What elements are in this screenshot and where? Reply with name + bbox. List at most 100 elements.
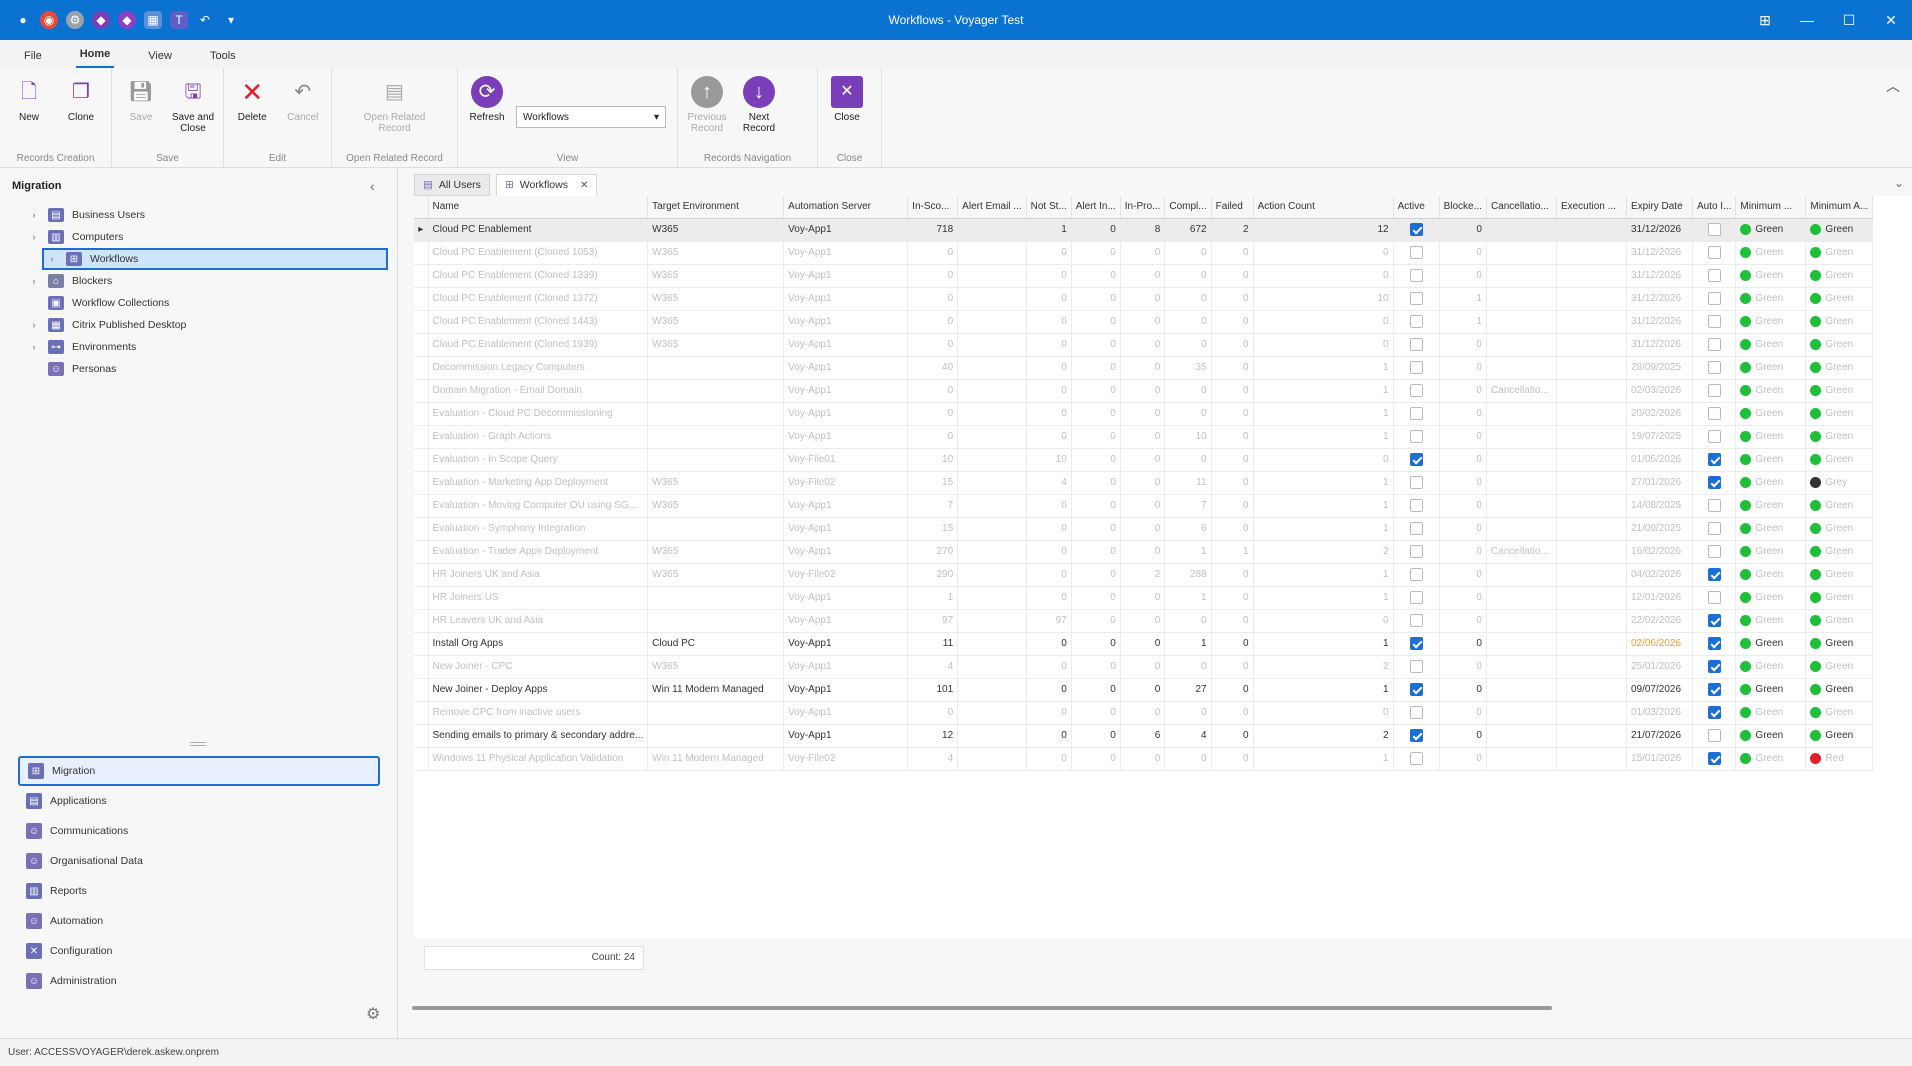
cell-minimum[interactable]: Green — [1735, 425, 1807, 449]
cell-target[interactable]: W365 — [647, 655, 785, 679]
cell-expiry-date[interactable]: 31/12/2026 — [1626, 264, 1693, 288]
cell-in-scope[interactable]: 4 — [907, 655, 959, 679]
cell-not-started[interactable]: 0 — [1026, 724, 1072, 748]
row-indicator[interactable] — [414, 655, 429, 679]
cell-server[interactable]: Voy-App1 — [783, 264, 909, 288]
cell-minimum[interactable]: Green — [1805, 241, 1874, 265]
cell-in-scope[interactable]: 15 — [907, 517, 959, 541]
cell-alert-in[interactable]: 0 — [1071, 287, 1121, 311]
cell-in-scope[interactable]: 0 — [907, 264, 959, 288]
cell-in-scope[interactable]: 4 — [907, 747, 959, 771]
cell-auto[interactable] — [1692, 678, 1737, 702]
column-header[interactable]: Auto I... — [1692, 196, 1737, 219]
tree-item-citrix-published-desktop[interactable]: › ▦ Citrix Published Desktop — [28, 314, 388, 336]
cell-failed[interactable]: 0 — [1211, 586, 1254, 610]
cell-blockers[interactable]: 0 — [1439, 701, 1487, 725]
cell-server[interactable]: Voy-App1 — [783, 287, 909, 311]
column-header[interactable]: Name — [428, 196, 649, 219]
cell-completed[interactable]: 0 — [1164, 655, 1212, 679]
table-row[interactable]: Cloud PC Enablement (Cloned 1443) W365 Voy… — [414, 310, 1874, 334]
cell-blockers[interactable]: 0 — [1439, 632, 1487, 656]
cell-execution[interactable] — [1556, 241, 1627, 265]
auto-checkbox[interactable] — [1707, 545, 1721, 558]
grid-icon[interactable]: ▦ — [144, 11, 162, 29]
settings-icon[interactable]: ⚙ — [66, 11, 84, 29]
cell-server[interactable]: Voy-App1 — [783, 609, 909, 633]
cell-cancellation[interactable] — [1486, 425, 1557, 449]
cell-completed[interactable]: 0 — [1164, 379, 1212, 403]
cell-alert-in[interactable]: 0 — [1071, 724, 1121, 748]
cell-completed[interactable]: 7 — [1164, 494, 1212, 518]
cell-cancellation[interactable] — [1486, 678, 1557, 702]
cell-execution[interactable] — [1556, 379, 1627, 403]
cell-cancellation[interactable] — [1486, 310, 1557, 334]
cell-completed[interactable]: 4 — [1164, 724, 1212, 748]
collapse-ribbon-icon[interactable]: ︿ — [1886, 76, 1900, 96]
cell-alert-in[interactable]: 0 — [1071, 356, 1121, 380]
cell-blockers[interactable]: 0 — [1439, 218, 1487, 242]
cell-blockers[interactable]: 0 — [1439, 540, 1487, 564]
cell-minimum[interactable]: Green — [1735, 701, 1807, 725]
cell-minimum[interactable]: Green — [1805, 655, 1874, 679]
auto-checkbox[interactable] — [1707, 315, 1721, 328]
cell-server[interactable]: Voy-App1 — [783, 632, 909, 656]
cell-cancellation[interactable] — [1486, 517, 1557, 541]
cell-failed[interactable]: 0 — [1211, 264, 1254, 288]
cell-server[interactable]: Voy-App1 — [783, 494, 909, 518]
active-checkbox[interactable] — [1409, 545, 1423, 558]
cell-minimum[interactable]: Green — [1735, 632, 1807, 656]
cell-active[interactable] — [1393, 701, 1440, 725]
close-button[interactable]: ✕ Close — [824, 76, 870, 123]
cell-expiry-date[interactable]: 27/01/2026 — [1626, 471, 1693, 495]
cell-in-progress[interactable]: 0 — [1120, 310, 1166, 334]
cell-server[interactable]: Voy-File02 — [783, 747, 909, 771]
cell-expiry-date[interactable]: 09/07/2026 — [1626, 678, 1693, 702]
clone-button[interactable]: ❐ Clone — [58, 76, 104, 123]
cell-server[interactable]: Voy-File01 — [783, 448, 909, 472]
new-button[interactable]: 🗋 New — [6, 76, 52, 123]
cell-alert-in[interactable]: 0 — [1071, 425, 1121, 449]
cell-auto[interactable] — [1692, 586, 1737, 610]
cell-expiry-date[interactable]: 02/03/2026 — [1626, 379, 1693, 403]
cell-target[interactable]: W365 — [647, 333, 785, 357]
cell-expiry-date[interactable]: 28/09/2025 — [1626, 356, 1693, 380]
cell-server[interactable]: Voy-App1 — [783, 241, 909, 265]
cell-blockers[interactable]: 0 — [1439, 379, 1487, 403]
column-header[interactable]: Expiry Date — [1626, 196, 1693, 219]
cell-expiry-date[interactable]: 21/09/2025 — [1626, 517, 1693, 541]
row-indicator[interactable] — [414, 264, 429, 288]
cell-in-scope[interactable]: 40 — [907, 356, 959, 380]
column-header[interactable]: Cancellatio... — [1486, 196, 1557, 219]
cell-name[interactable]: Evaluation - Cloud PC Decommissioning — [428, 402, 649, 426]
cell-in-progress[interactable]: 0 — [1120, 241, 1166, 265]
cell-alert-email[interactable] — [957, 494, 1027, 518]
active-checkbox[interactable] — [1409, 660, 1423, 673]
cell-alert-in[interactable]: 0 — [1071, 586, 1121, 610]
open-related-record-button[interactable]: ▤ Open Related Record — [355, 76, 435, 134]
row-indicator[interactable] — [414, 448, 429, 472]
cell-cancellation[interactable] — [1486, 494, 1557, 518]
cell-in-scope[interactable]: 0 — [907, 241, 959, 265]
cell-action-count[interactable]: 2 — [1253, 540, 1394, 564]
row-indicator[interactable] — [414, 379, 429, 403]
cell-in-progress[interactable]: 0 — [1120, 517, 1166, 541]
cell-action-count[interactable]: 1 — [1253, 379, 1394, 403]
cell-blockers[interactable]: 0 — [1439, 241, 1487, 265]
row-indicator[interactable] — [414, 241, 429, 265]
cell-cancellation[interactable] — [1486, 609, 1557, 633]
auto-checkbox[interactable] — [1707, 384, 1721, 397]
cell-cancellation[interactable] — [1486, 563, 1557, 587]
cell-completed[interactable]: 672 — [1164, 218, 1212, 242]
cell-expiry-date[interactable]: 25/01/2026 — [1626, 655, 1693, 679]
cell-target[interactable]: W365 — [647, 471, 785, 495]
cell-alert-email[interactable] — [957, 724, 1027, 748]
cell-in-progress[interactable]: 0 — [1120, 379, 1166, 403]
cell-target[interactable] — [647, 402, 785, 426]
cell-expiry-date[interactable]: 21/07/2026 — [1626, 724, 1693, 748]
cell-active[interactable] — [1393, 586, 1440, 610]
auto-checkbox[interactable] — [1707, 338, 1721, 351]
row-indicator[interactable] — [414, 494, 429, 518]
cell-failed[interactable]: 0 — [1211, 241, 1254, 265]
cell-failed[interactable]: 0 — [1211, 425, 1254, 449]
cell-minimum[interactable]: Green — [1735, 517, 1807, 541]
